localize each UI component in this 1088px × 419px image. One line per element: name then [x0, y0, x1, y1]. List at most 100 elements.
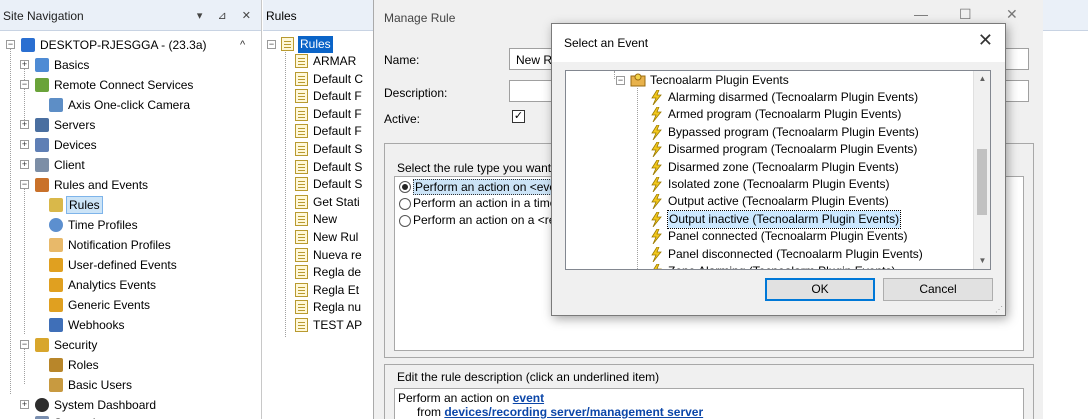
site-navigation-title: Site Navigation — [3, 9, 84, 23]
rule-type-radio-recurring[interactable] — [399, 215, 411, 227]
tree-connector — [24, 344, 25, 384]
nav-item-label: Roles — [68, 358, 99, 372]
rule-description-box: Perform an action on event from devices/… — [394, 388, 1024, 419]
event-item-label: Bypassed program (Tecnoalarm Plugin Even… — [668, 124, 919, 139]
nav-item-label: Server Logs — [54, 413, 119, 419]
collapse-toggle[interactable]: − — [20, 80, 29, 89]
rule-icon — [295, 247, 308, 262]
expand-toggle[interactable]: + — [20, 60, 29, 69]
scroll-down-arrow[interactable]: ▼ — [974, 256, 990, 265]
rules-title: Rules — [266, 9, 297, 23]
site-navigation-pane: Site Navigation ▾ ⊿ ✕ − DESKTOP-RJESGGA -… — [0, 0, 262, 419]
rule-item-label: TEST AP — [313, 318, 363, 332]
background-strip-header — [1043, 0, 1088, 31]
nav-item-label: DESKTOP-RJESGGA - (23.3a) — [40, 38, 207, 52]
description-label: Description: — [384, 86, 448, 100]
scroll-thumb[interactable] — [977, 149, 987, 215]
lightning-icon — [651, 124, 662, 140]
rule-item-label: Default S — [313, 159, 363, 174]
envelope-icon — [49, 238, 63, 252]
rule-type-prompt: Select the rule type you want — [397, 161, 552, 175]
ok-button[interactable]: OK — [765, 278, 875, 301]
rule-type-option-time[interactable]: Perform an action in a time — [413, 196, 556, 210]
active-checkbox[interactable]: ✓ — [512, 110, 525, 123]
lightning-icon — [651, 142, 662, 158]
select-event-body: − Tecnoalarm Plugin Events Alarming disa… — [552, 62, 1005, 315]
select-event-close-button[interactable]: ✕ — [978, 30, 993, 51]
event-item-label: Isolated zone (Tecnoalarm Plugin Events) — [668, 177, 890, 191]
rule-type-radio-event[interactable] — [399, 181, 411, 193]
event-item-label: Panel disconnected (Tecnoalarm Plugin Ev… — [668, 246, 923, 261]
event-item-label: Panel connected (Tecnoalarm Plugin Event… — [668, 229, 908, 244]
rule-type-option-event[interactable]: Perform an action on <eve — [413, 179, 559, 195]
chevron-up-icon[interactable]: ^ — [240, 39, 245, 51]
event-icon — [49, 278, 63, 292]
nav-item-label: Analytics Events — [68, 278, 157, 292]
lightning-icon — [653, 264, 662, 269]
event-link[interactable]: event — [513, 391, 544, 405]
rule-icon — [295, 159, 308, 174]
rule-type-option-recurring[interactable]: Perform an action on a <re — [413, 213, 555, 227]
roles-icon — [49, 358, 63, 372]
event-icon — [49, 258, 63, 272]
clock-icon — [49, 218, 63, 232]
rule-icon — [295, 282, 308, 297]
rules-header: Rules — [263, 0, 373, 31]
rules-icon — [49, 198, 63, 212]
expand-toggle[interactable]: + — [20, 120, 29, 129]
nav-item-label: Client — [54, 158, 85, 172]
rule-item-label: New — [313, 212, 338, 227]
lightning-icon — [651, 90, 662, 105]
expand-toggle[interactable]: + — [20, 400, 29, 409]
event-tree: − Tecnoalarm Plugin Events Alarming disa… — [565, 70, 991, 270]
rule-icon — [295, 177, 308, 192]
nav-item-label: Servers — [54, 118, 96, 132]
rule-description-prefix-1: Perform an action on — [398, 391, 513, 405]
event-item-label: Armed program (Tecnoalarm Plugin Events) — [668, 107, 902, 122]
rule-item-label: Default F — [313, 106, 362, 121]
lightning-icon — [651, 229, 662, 245]
rule-icon — [295, 265, 308, 280]
server-rack-icon — [35, 118, 49, 132]
nav-item-label: Remote Connect Services — [54, 78, 194, 92]
nav-item-label: Generic Events — [68, 298, 151, 312]
maximize-button[interactable]: ☐ — [959, 6, 972, 23]
expand-toggle[interactable]: + — [20, 160, 29, 169]
rule-item-label: New Rul — [313, 230, 359, 244]
key-icon — [35, 338, 49, 352]
collapse-toggle[interactable]: − — [20, 340, 29, 349]
nav-item-label: User-defined Events — [68, 258, 177, 272]
rules-pane: Rules − Rules ARMAR Default C Default F Defau… — [263, 0, 373, 419]
plugin-folder-icon — [630, 73, 646, 87]
minimize-button[interactable]: — — [914, 6, 928, 22]
tree-connector — [614, 71, 615, 79]
nav-item-label: Webhooks — [68, 318, 125, 332]
collapse-toggle[interactable]: − — [6, 40, 15, 49]
expand-toggle[interactable]: + — [20, 140, 29, 149]
rule-type-radio-time[interactable] — [399, 198, 411, 210]
pane-window-buttons[interactable]: ▾ ⊿ ✕ — [197, 9, 257, 22]
edit-description-group: Edit the rule description (click an unde… — [384, 364, 1034, 419]
event-list-scrollbar[interactable]: ▲ ▼ — [973, 71, 990, 269]
event-group-label: Tecnoalarm Plugin Events — [650, 73, 789, 87]
scroll-up-arrow[interactable]: ▲ — [974, 74, 990, 83]
server-icon — [21, 38, 35, 52]
group-expander[interactable]: − — [616, 76, 625, 85]
collapse-toggle[interactable]: − — [267, 40, 276, 49]
event-item-label: Output active (Tecnoalarm Plugin Events) — [668, 194, 889, 209]
tree-connector — [285, 52, 286, 337]
user-icon — [49, 378, 63, 392]
rule-icon — [295, 194, 308, 209]
resize-grip[interactable]: ⋰ — [995, 305, 1003, 314]
rule-item-label: Regla Et — [313, 282, 360, 297]
collapse-toggle[interactable]: − — [20, 180, 29, 189]
name-label: Name: — [384, 53, 420, 67]
lightning-icon — [651, 159, 662, 175]
window-close-button[interactable]: ✕ — [1006, 6, 1018, 23]
tree-connector — [637, 88, 638, 269]
nav-item-label: Axis One-click Camera — [68, 98, 191, 112]
cancel-button[interactable]: Cancel — [883, 278, 993, 301]
select-event-title: Select an Event — [564, 36, 649, 50]
tree-connector — [10, 44, 11, 394]
devices-link[interactable]: devices/recording server/management serv… — [444, 405, 703, 419]
